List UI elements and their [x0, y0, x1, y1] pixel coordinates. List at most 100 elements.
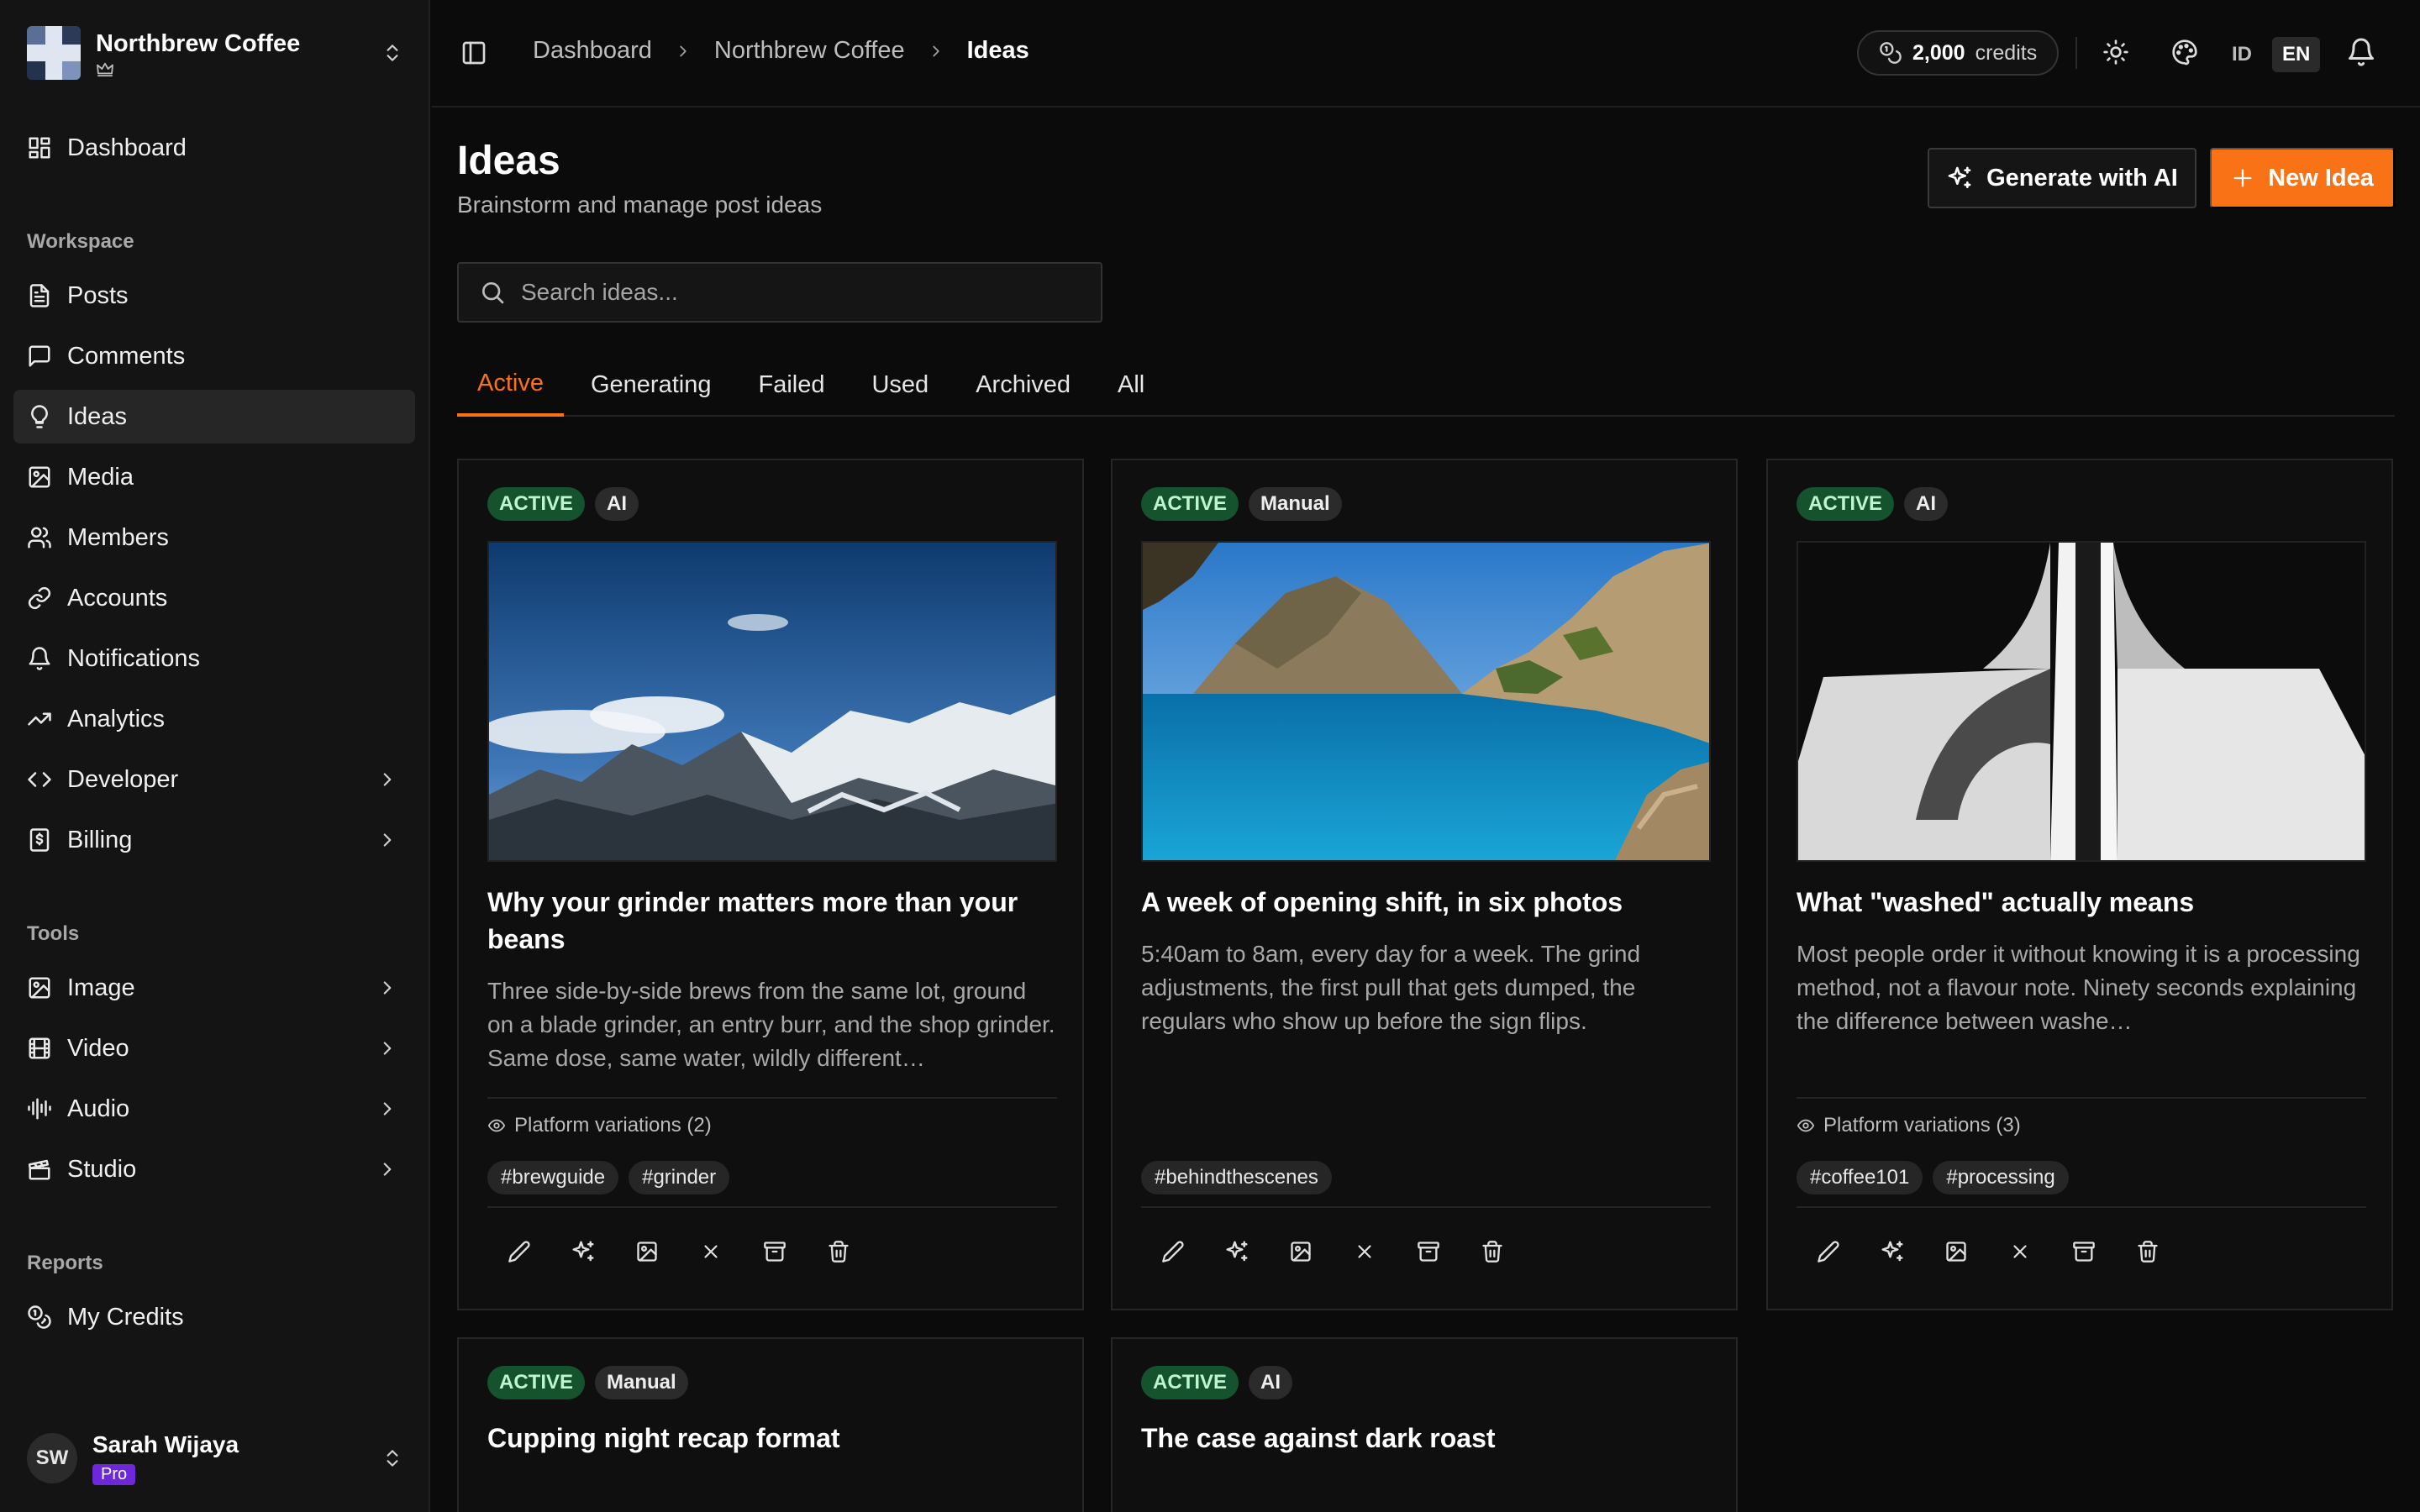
archive-icon[interactable] [1397, 1226, 1460, 1277]
sidebar-item-members[interactable]: Members [13, 511, 415, 564]
tab-active[interactable]: Active [457, 361, 564, 417]
sidebar-item-label: Studio [67, 1155, 137, 1183]
sidebar-item-image[interactable]: Image [13, 961, 415, 1015]
coins-icon [1880, 42, 1902, 64]
edit-icon[interactable] [487, 1226, 551, 1277]
card-actions [487, 1226, 871, 1277]
sidebar-toggle-icon[interactable] [460, 39, 487, 66]
idea-card[interactable]: ACTIVE AI The case against dark roast [1111, 1337, 1738, 1512]
archive-icon[interactable] [2052, 1226, 2116, 1277]
link-icon [28, 586, 51, 610]
sidebar-item-posts[interactable]: Posts [13, 269, 415, 323]
sun-icon[interactable] [2102, 39, 2129, 66]
sparkles-icon[interactable] [1860, 1226, 1924, 1277]
new-idea-button[interactable]: New Idea [2210, 148, 2395, 208]
sidebar-item-audio[interactable]: Audio [13, 1082, 415, 1136]
org-switcher[interactable]: Northbrew Coffee [27, 25, 403, 81]
idea-card[interactable]: ACTIVE AI What "washed" actually means M… [1766, 459, 2393, 1310]
workspace-section-label: Workspace [27, 230, 134, 253]
edit-icon[interactable] [1141, 1226, 1205, 1277]
bell-icon[interactable] [2346, 37, 2376, 67]
sidebar-item-studio[interactable]: Studio [13, 1142, 415, 1196]
image-icon [29, 977, 50, 999]
trash-icon[interactable] [1460, 1226, 1524, 1277]
breadcrumb-org[interactable]: Northbrew Coffee [714, 37, 905, 65]
trash-icon[interactable] [2116, 1226, 2180, 1277]
bell-icon [29, 647, 50, 670]
file-text-icon [29, 284, 50, 307]
tag: #processing [1933, 1161, 2069, 1194]
idea-card[interactable]: ACTIVE AI Why your grinder matters more … [457, 459, 1084, 1310]
tag-list: #behindthescenes [1141, 1161, 1342, 1194]
lang-en-button[interactable]: EN [2272, 37, 2321, 72]
platform-variations[interactable]: Platform variations (2) [487, 1114, 712, 1137]
chevron-right-icon [674, 42, 692, 60]
sidebar-item-label: Analytics [67, 705, 166, 732]
status-badge: ACTIVE [1141, 1366, 1239, 1399]
credits-pill[interactable]: 2,000 credits [1857, 30, 2060, 76]
edit-icon[interactable] [1797, 1226, 1860, 1277]
chevron-right-icon [383, 833, 392, 847]
generate-with-ai-label: Generate with AI [1986, 164, 2178, 192]
close-icon[interactable] [1333, 1226, 1397, 1277]
sidebar-item-developer[interactable]: Developer [13, 753, 415, 806]
coins-icon [28, 1305, 51, 1329]
tab-archived[interactable]: Archived [955, 361, 1091, 417]
status-badge: ACTIVE [487, 487, 586, 521]
film-icon [29, 1037, 50, 1059]
sidebar-item-media[interactable]: Media [13, 450, 415, 504]
search-icon [482, 282, 504, 304]
card-actions [1141, 1226, 1524, 1277]
sidebar-item-label: Comments [67, 342, 186, 370]
sidebar-item-billing[interactable]: Billing [13, 813, 415, 867]
divider [1797, 1206, 2366, 1208]
image-icon[interactable] [1269, 1226, 1333, 1277]
sidebar-item-dashboard[interactable]: Dashboard [13, 121, 415, 175]
card-actions [1797, 1226, 2180, 1277]
sidebar-item-analytics[interactable]: Analytics [13, 692, 415, 746]
idea-title: Cupping night recap format [487, 1423, 840, 1453]
divider [1797, 1097, 2366, 1099]
sparkles-icon[interactable] [1205, 1226, 1269, 1277]
sidebar-item-notifications[interactable]: Notifications [13, 632, 415, 685]
sidebar-item-accounts[interactable]: Accounts [13, 571, 415, 625]
sidebar-item-video[interactable]: Video [13, 1021, 415, 1075]
close-icon[interactable] [1988, 1226, 2052, 1277]
archive-icon[interactable] [743, 1226, 807, 1277]
sidebar-item-ideas[interactable]: Ideas [13, 390, 415, 444]
chevron-right-icon [383, 981, 392, 995]
platform-variations[interactable]: Platform variations (3) [1797, 1114, 2021, 1137]
generate-with-ai-button[interactable]: Generate with AI [1928, 148, 2196, 208]
lang-id-button[interactable]: ID [2232, 37, 2252, 72]
trash-icon[interactable] [807, 1226, 871, 1277]
tab-failed[interactable]: Failed [738, 361, 844, 417]
user-menu[interactable]: SW Sarah Wijaya Pro [27, 1428, 403, 1488]
idea-title: Why your grinder matters more than your … [487, 887, 1018, 954]
close-icon[interactable] [679, 1226, 743, 1277]
divider [2075, 37, 2077, 69]
tab-all[interactable]: All [1097, 361, 1165, 417]
avatar: SW [27, 1433, 77, 1483]
breadcrumb-current: Ideas [966, 37, 1029, 64]
image-icon[interactable] [1924, 1226, 1988, 1277]
breadcrumb-dashboard[interactable]: Dashboard [533, 37, 652, 65]
tab-used[interactable]: Used [851, 361, 949, 417]
palette-icon[interactable] [2171, 39, 2198, 66]
clapperboard-icon [28, 1159, 50, 1180]
image-icon[interactable] [615, 1226, 679, 1277]
tab-generating[interactable]: Generating [571, 361, 732, 417]
image-icon [29, 466, 50, 488]
chevron-right-icon [383, 1042, 392, 1055]
sidebar-item-label: My Credits [67, 1303, 184, 1331]
idea-card[interactable]: ACTIVE Manual A week of opening shift, i… [1111, 459, 1738, 1310]
sidebar-item-label: Media [67, 463, 134, 491]
tag-list: #coffee101 #processing [1797, 1161, 2079, 1194]
sparkles-icon[interactable] [551, 1226, 615, 1277]
receipt-dollar-icon [29, 828, 50, 852]
idea-card[interactable]: ACTIVE Manual Cupping night recap format [457, 1337, 1084, 1512]
tag: #brewguide [487, 1161, 619, 1194]
search-input[interactable] [521, 279, 1059, 306]
sidebar-item-comments[interactable]: Comments [13, 329, 415, 383]
divider [1141, 1206, 1711, 1208]
sidebar-item-my-credits[interactable]: My Credits [13, 1290, 415, 1344]
